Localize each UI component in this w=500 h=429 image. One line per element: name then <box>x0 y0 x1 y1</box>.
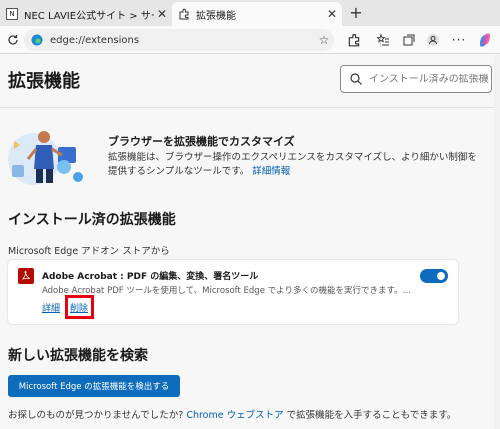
edge-logo-icon <box>30 33 44 47</box>
remove-highlight-box <box>65 295 94 319</box>
address-bar[interactable]: edge://extensions ☆ <box>24 29 334 51</box>
extensions-toolbar-icon[interactable] <box>343 29 365 51</box>
promo-description: 拡張機能は、ブラウザー操作のエクスペリエンスをカスタマイズし、より細かい制御を提… <box>108 151 478 179</box>
extensions-page: 拡張機能 ブラウザーを拡張機能でカスタマイズ 拡張機能は、ブラウザー操作のエクス… <box>0 55 500 429</box>
extension-enable-toggle[interactable] <box>420 269 448 283</box>
favorites-icon[interactable] <box>372 29 394 51</box>
extension-description: Adobe Acrobat PDF ツールを使用して、Microsoft Edg… <box>42 286 418 296</box>
tab-title: NEC LAVIE公式サイト > サービス&サ <box>24 10 154 22</box>
tab-title: 拡張機能 <box>196 10 236 22</box>
toolbar: edge://extensions ☆ ··· <box>0 26 500 54</box>
adobe-acrobat-icon <box>18 268 34 284</box>
installed-section-title: インストール済の拡張機能 <box>8 212 176 228</box>
copilot-icon[interactable] <box>474 29 496 51</box>
discover-extensions-button[interactable]: Microsoft Edge の拡張機能を検出する <box>8 375 180 397</box>
favorite-star-icon[interactable]: ☆ <box>314 33 334 47</box>
footer-suffix: で拡張機能を入手することもできます。 <box>286 410 457 421</box>
search-input[interactable] <box>369 73 489 85</box>
search-icon <box>350 73 362 85</box>
search-box[interactable] <box>340 65 492 93</box>
tab-bar: N NEC LAVIE公式サイト > サービス&サ ✕ 拡張機能 ✕ + <box>0 0 500 26</box>
promo-description-text: 拡張機能は、ブラウザー操作のエクスペリエンスをカスタマイズし、より細かい制御を提… <box>108 152 477 177</box>
close-tab-icon[interactable]: ✕ <box>324 7 340 21</box>
customize-illustration <box>8 131 83 185</box>
find-section-title: 新しい拡張機能を検索 <box>8 348 148 364</box>
refresh-icon[interactable] <box>2 29 24 51</box>
footer-prefix: お探しのものが見つかりませんでしたか? <box>8 410 184 421</box>
nec-favicon-icon: N <box>6 8 18 20</box>
learn-more-link[interactable]: 詳細情報 <box>252 166 290 177</box>
chrome-web-store-link[interactable]: Chrome ウェブストア <box>186 410 283 421</box>
extensions-icon <box>178 8 190 20</box>
extension-details-link[interactable]: 詳細 <box>42 301 60 314</box>
more-icon[interactable]: ··· <box>448 29 470 51</box>
header-divider <box>0 107 500 108</box>
collections-icon[interactable] <box>398 29 420 51</box>
close-tab-icon[interactable]: ✕ <box>154 7 170 21</box>
footer-text: お探しのものが見つかりませんでしたか? Chrome ウェブストア で拡張機能を… <box>8 407 456 421</box>
extension-card: Adobe Acrobat : PDF の編集、変換、署名ツール Adobe A… <box>8 260 458 324</box>
extension-name: Adobe Acrobat : PDF の編集、変換、署名ツール <box>42 272 259 282</box>
page-title: 拡張機能 <box>8 71 80 92</box>
tab-extensions[interactable]: 拡張機能 ✕ <box>172 2 342 26</box>
page-scrollbar[interactable] <box>494 55 500 429</box>
toggle-knob <box>437 272 445 280</box>
tab-nec[interactable]: N NEC LAVIE公式サイト > サービス&サ ✕ <box>0 2 172 26</box>
new-tab-button[interactable]: + <box>346 2 366 24</box>
profile-icon[interactable] <box>422 29 444 51</box>
store-source-label: Microsoft Edge アドオン ストアから <box>8 246 170 257</box>
url-text: edge://extensions <box>50 34 140 46</box>
promo-title: ブラウザーを拡張機能でカスタマイズ <box>108 135 295 148</box>
